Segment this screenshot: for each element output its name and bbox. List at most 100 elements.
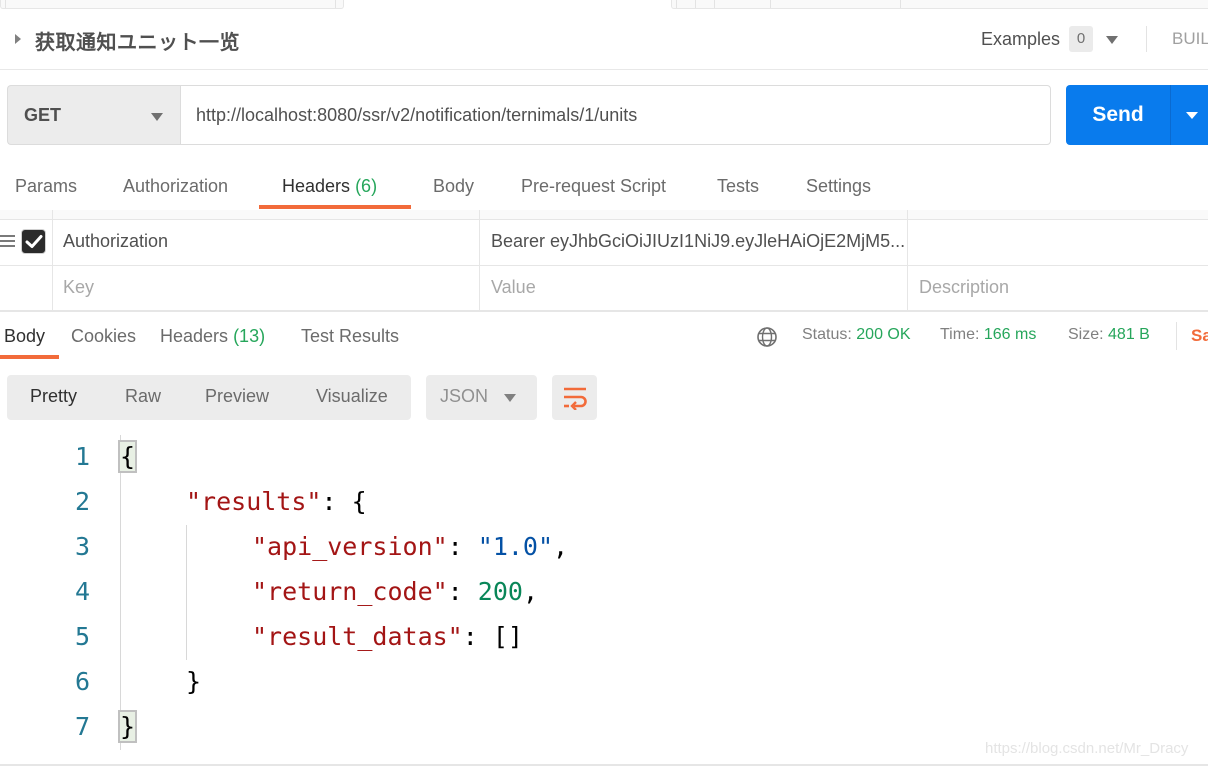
chevron-down-icon: [1186, 112, 1198, 119]
tab-separator: [770, 0, 771, 8]
code-line: }: [186, 667, 201, 696]
examples-label[interactable]: Examples: [981, 29, 1060, 50]
tab-label: Settings: [806, 176, 872, 196]
drag-handle-icon[interactable]: [0, 235, 15, 247]
tab-response-body[interactable]: Body: [4, 326, 45, 347]
json-key: "result_datas": [252, 622, 463, 651]
time-readout: Time: 166 ms: [940, 326, 1036, 344]
tab-count: (6): [355, 176, 378, 196]
line-number: 5: [74, 622, 90, 651]
table-header: [0, 210, 1208, 220]
view-mode-group: Pretty Raw Preview Visualize: [7, 375, 411, 420]
save-response-button[interactable]: Sa: [1191, 326, 1208, 346]
tab-response-headers[interactable]: Headers (13): [160, 326, 265, 347]
active-tab-indicator: [259, 205, 411, 209]
tab-label: Body: [433, 176, 475, 196]
examples-dropdown-icon[interactable]: [1106, 36, 1118, 44]
top-tab-right[interactable]: [671, 0, 1208, 9]
globe-icon[interactable]: [756, 326, 778, 348]
code-line: "api_version": "1.0",: [252, 532, 568, 561]
description-input[interactable]: Description: [919, 277, 1009, 298]
mode-pretty[interactable]: Pretty: [30, 386, 77, 407]
top-tab-left[interactable]: [0, 0, 344, 9]
send-options-button[interactable]: [1170, 85, 1208, 145]
tab-label: Cookies: [71, 326, 137, 346]
tab-pre-request-script[interactable]: Pre-request Script: [521, 176, 666, 197]
mode-visualize[interactable]: Visualize: [316, 386, 388, 407]
divider: [1176, 322, 1177, 350]
header-value-cell[interactable]: Bearer eyJhbGciOiJIUzI1NiJ9.eyJleHAiOjE2…: [491, 231, 905, 252]
header-key-cell[interactable]: Authorization: [63, 231, 168, 252]
size-label: Size:: [1068, 326, 1104, 343]
method-select[interactable]: GET: [7, 85, 181, 145]
size-value: 481 B: [1108, 326, 1150, 343]
tab-label: Headers: [282, 176, 351, 196]
divider: [1146, 26, 1147, 52]
request-tabs: Params Authorization Headers (6) Body Pr…: [0, 160, 1208, 210]
value-input[interactable]: Value: [491, 277, 536, 298]
json-key: "results": [186, 487, 322, 516]
tab-label: Pre-request Script: [521, 176, 667, 196]
tab-label: Headers: [160, 326, 229, 346]
tab-headers[interactable]: Headers (6): [282, 176, 377, 197]
column-divider: [479, 210, 480, 310]
tab-tests[interactable]: Tests: [717, 176, 759, 197]
response-body-editor[interactable]: 1 2 3 4 5 6 7 { "results": { "api_versio…: [0, 435, 1208, 755]
code-line: "results": {: [186, 487, 367, 516]
key-input[interactable]: Key: [63, 277, 94, 298]
json-number-value: 200: [477, 577, 523, 606]
examples-count-badge: 0: [1069, 26, 1093, 52]
tab-authorization[interactable]: Authorization: [123, 176, 228, 197]
send-button[interactable]: Send: [1066, 85, 1170, 145]
tab-separator: [335, 0, 336, 8]
row-divider: [0, 265, 1208, 266]
code-line: }: [117, 710, 138, 743]
code-line: {: [117, 440, 138, 473]
request-title[interactable]: 获取通知ユニット一览: [35, 26, 240, 55]
checkmark-icon: [25, 235, 43, 248]
tab-label: Tests: [717, 176, 760, 196]
tab-separator: [714, 0, 715, 8]
mode-preview[interactable]: Preview: [205, 386, 269, 407]
tab-params[interactable]: Params: [15, 176, 77, 197]
tab-label: Authorization: [123, 176, 229, 196]
wrap-lines-button[interactable]: [552, 375, 597, 420]
indent-guide: [120, 435, 121, 750]
divider: [0, 764, 1208, 766]
line-number: 6: [74, 667, 90, 696]
tab-label: Params: [15, 176, 78, 196]
build-button[interactable]: BUIL: [1172, 29, 1208, 49]
status-value: 200 OK: [856, 326, 911, 343]
column-divider: [907, 210, 908, 310]
status-label: Status:: [802, 326, 852, 343]
row-enabled-checkbox[interactable]: [21, 229, 46, 254]
url-input[interactable]: [180, 85, 1051, 145]
tab-separator: [676, 0, 677, 8]
code-line: "return_code": 200,: [252, 577, 538, 606]
tab-cookies[interactable]: Cookies: [71, 326, 136, 347]
tab-separator: [695, 0, 696, 8]
watermark: https://blog.csdn.net/Mr_Dracy: [985, 740, 1189, 757]
column-divider: [52, 210, 53, 310]
line-number: 7: [74, 712, 90, 741]
close-brace: }: [186, 667, 202, 696]
language-select[interactable]: JSON: [426, 375, 537, 420]
tab-body[interactable]: Body: [433, 176, 474, 197]
tab-settings[interactable]: Settings: [806, 176, 871, 197]
expand-caret-icon[interactable]: [15, 34, 21, 44]
tab-label: Test Results: [301, 326, 400, 346]
headers-table: Authorization Bearer eyJhbGciOiJIUzI1NiJ…: [0, 210, 1208, 312]
chevron-down-icon: [151, 113, 163, 121]
line-number: 1: [74, 442, 90, 471]
open-brace: {: [117, 440, 138, 473]
request-title-bar: 获取通知ユニット一览 Examples 0 BUIL: [0, 10, 1208, 70]
active-tab-indicator: [0, 355, 59, 359]
indent-guide: [186, 525, 187, 660]
json-key: "return_code": [252, 577, 448, 606]
code-line: "result_datas": []: [252, 622, 523, 651]
tab-test-results[interactable]: Test Results: [301, 326, 399, 347]
status-readout: Status: 200 OK: [802, 326, 911, 344]
method-label: GET: [24, 105, 62, 125]
mode-raw[interactable]: Raw: [125, 386, 161, 407]
json-punct: :: [447, 532, 478, 561]
